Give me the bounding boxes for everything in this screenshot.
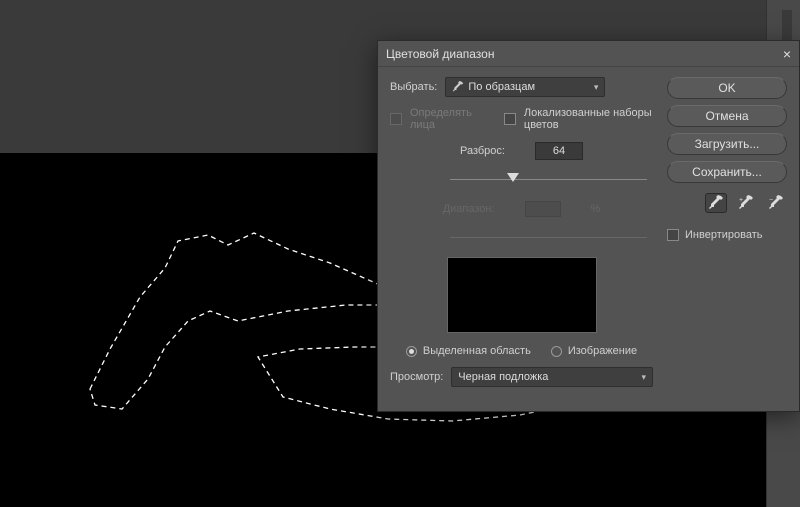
svg-text:+: + xyxy=(739,197,743,204)
detect-faces-checkbox xyxy=(390,113,402,125)
color-range-dialog: Цветовой диапазон × Выбрать: По образцам… xyxy=(377,40,800,412)
invert-label: Инвертировать xyxy=(685,229,762,241)
detect-faces-label: Определять лица xyxy=(410,107,480,131)
slider-thumb-icon[interactable] xyxy=(507,173,519,182)
eyedropper-subtract-tool[interactable]: − xyxy=(765,193,787,213)
cancel-button[interactable]: Отмена xyxy=(667,105,787,127)
radio-selection[interactable] xyxy=(406,346,417,357)
eyedropper-icon xyxy=(452,81,464,93)
radio-selection-group[interactable]: Выделенная область xyxy=(406,345,531,357)
select-dropdown[interactable]: По образцам ▾ xyxy=(445,77,605,97)
localized-checkbox[interactable] xyxy=(504,113,516,125)
fuzziness-input[interactable] xyxy=(535,142,583,160)
radio-image[interactable] xyxy=(551,346,562,357)
ok-button[interactable]: OK xyxy=(667,77,787,99)
dialog-title: Цветовой диапазон xyxy=(386,47,494,61)
eyedropper-icon xyxy=(708,195,724,211)
select-label: Выбрать: xyxy=(390,81,437,93)
eyedropper-minus-icon: − xyxy=(768,195,784,211)
eyedropper-plus-icon: + xyxy=(738,195,754,211)
eyedropper-tool[interactable] xyxy=(705,193,727,213)
invert-checkbox[interactable] xyxy=(667,229,679,241)
load-button[interactable]: Загрузить... xyxy=(667,133,787,155)
chevron-down-icon: ▾ xyxy=(594,82,599,93)
pct-label: % xyxy=(591,203,601,215)
range-input xyxy=(525,201,561,217)
eyedropper-add-tool[interactable]: + xyxy=(735,193,757,213)
fuzziness-slider[interactable] xyxy=(450,171,647,189)
fuzziness-label: Разброс: xyxy=(460,145,505,157)
dialog-titlebar[interactable]: Цветовой диапазон × xyxy=(378,41,799,67)
radio-image-group[interactable]: Изображение xyxy=(551,345,637,357)
close-icon[interactable]: × xyxy=(783,46,791,62)
preview-label: Просмотр: xyxy=(390,371,443,383)
select-value: По образцам xyxy=(468,81,535,93)
save-button[interactable]: Сохранить... xyxy=(667,161,787,183)
preview-thumbnail xyxy=(447,257,597,333)
radio-selection-label: Выделенная область xyxy=(423,345,531,357)
range-slider xyxy=(450,229,647,247)
radio-image-label: Изображение xyxy=(568,345,637,357)
localized-label: Локализованные наборы цветов xyxy=(524,107,653,131)
chevron-down-icon: ▾ xyxy=(641,372,646,383)
svg-text:−: − xyxy=(769,197,773,204)
range-label: Диапазон: xyxy=(443,203,495,215)
preview-value: Черная подложка xyxy=(458,371,548,383)
preview-dropdown[interactable]: Черная подложка ▾ xyxy=(451,367,653,387)
